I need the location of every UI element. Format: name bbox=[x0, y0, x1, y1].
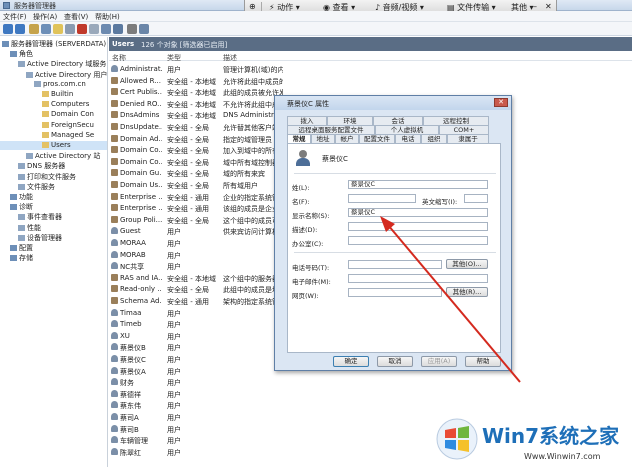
watermark: Win7系统之家 Www.Winwin7.com bbox=[436, 412, 632, 467]
windows-logo-icon bbox=[436, 418, 478, 460]
watermark-text: Win7系统之家 bbox=[482, 424, 620, 448]
watermark-url: Www.Winwin7.com bbox=[524, 452, 601, 461]
annotation-arrow bbox=[380, 216, 521, 383]
